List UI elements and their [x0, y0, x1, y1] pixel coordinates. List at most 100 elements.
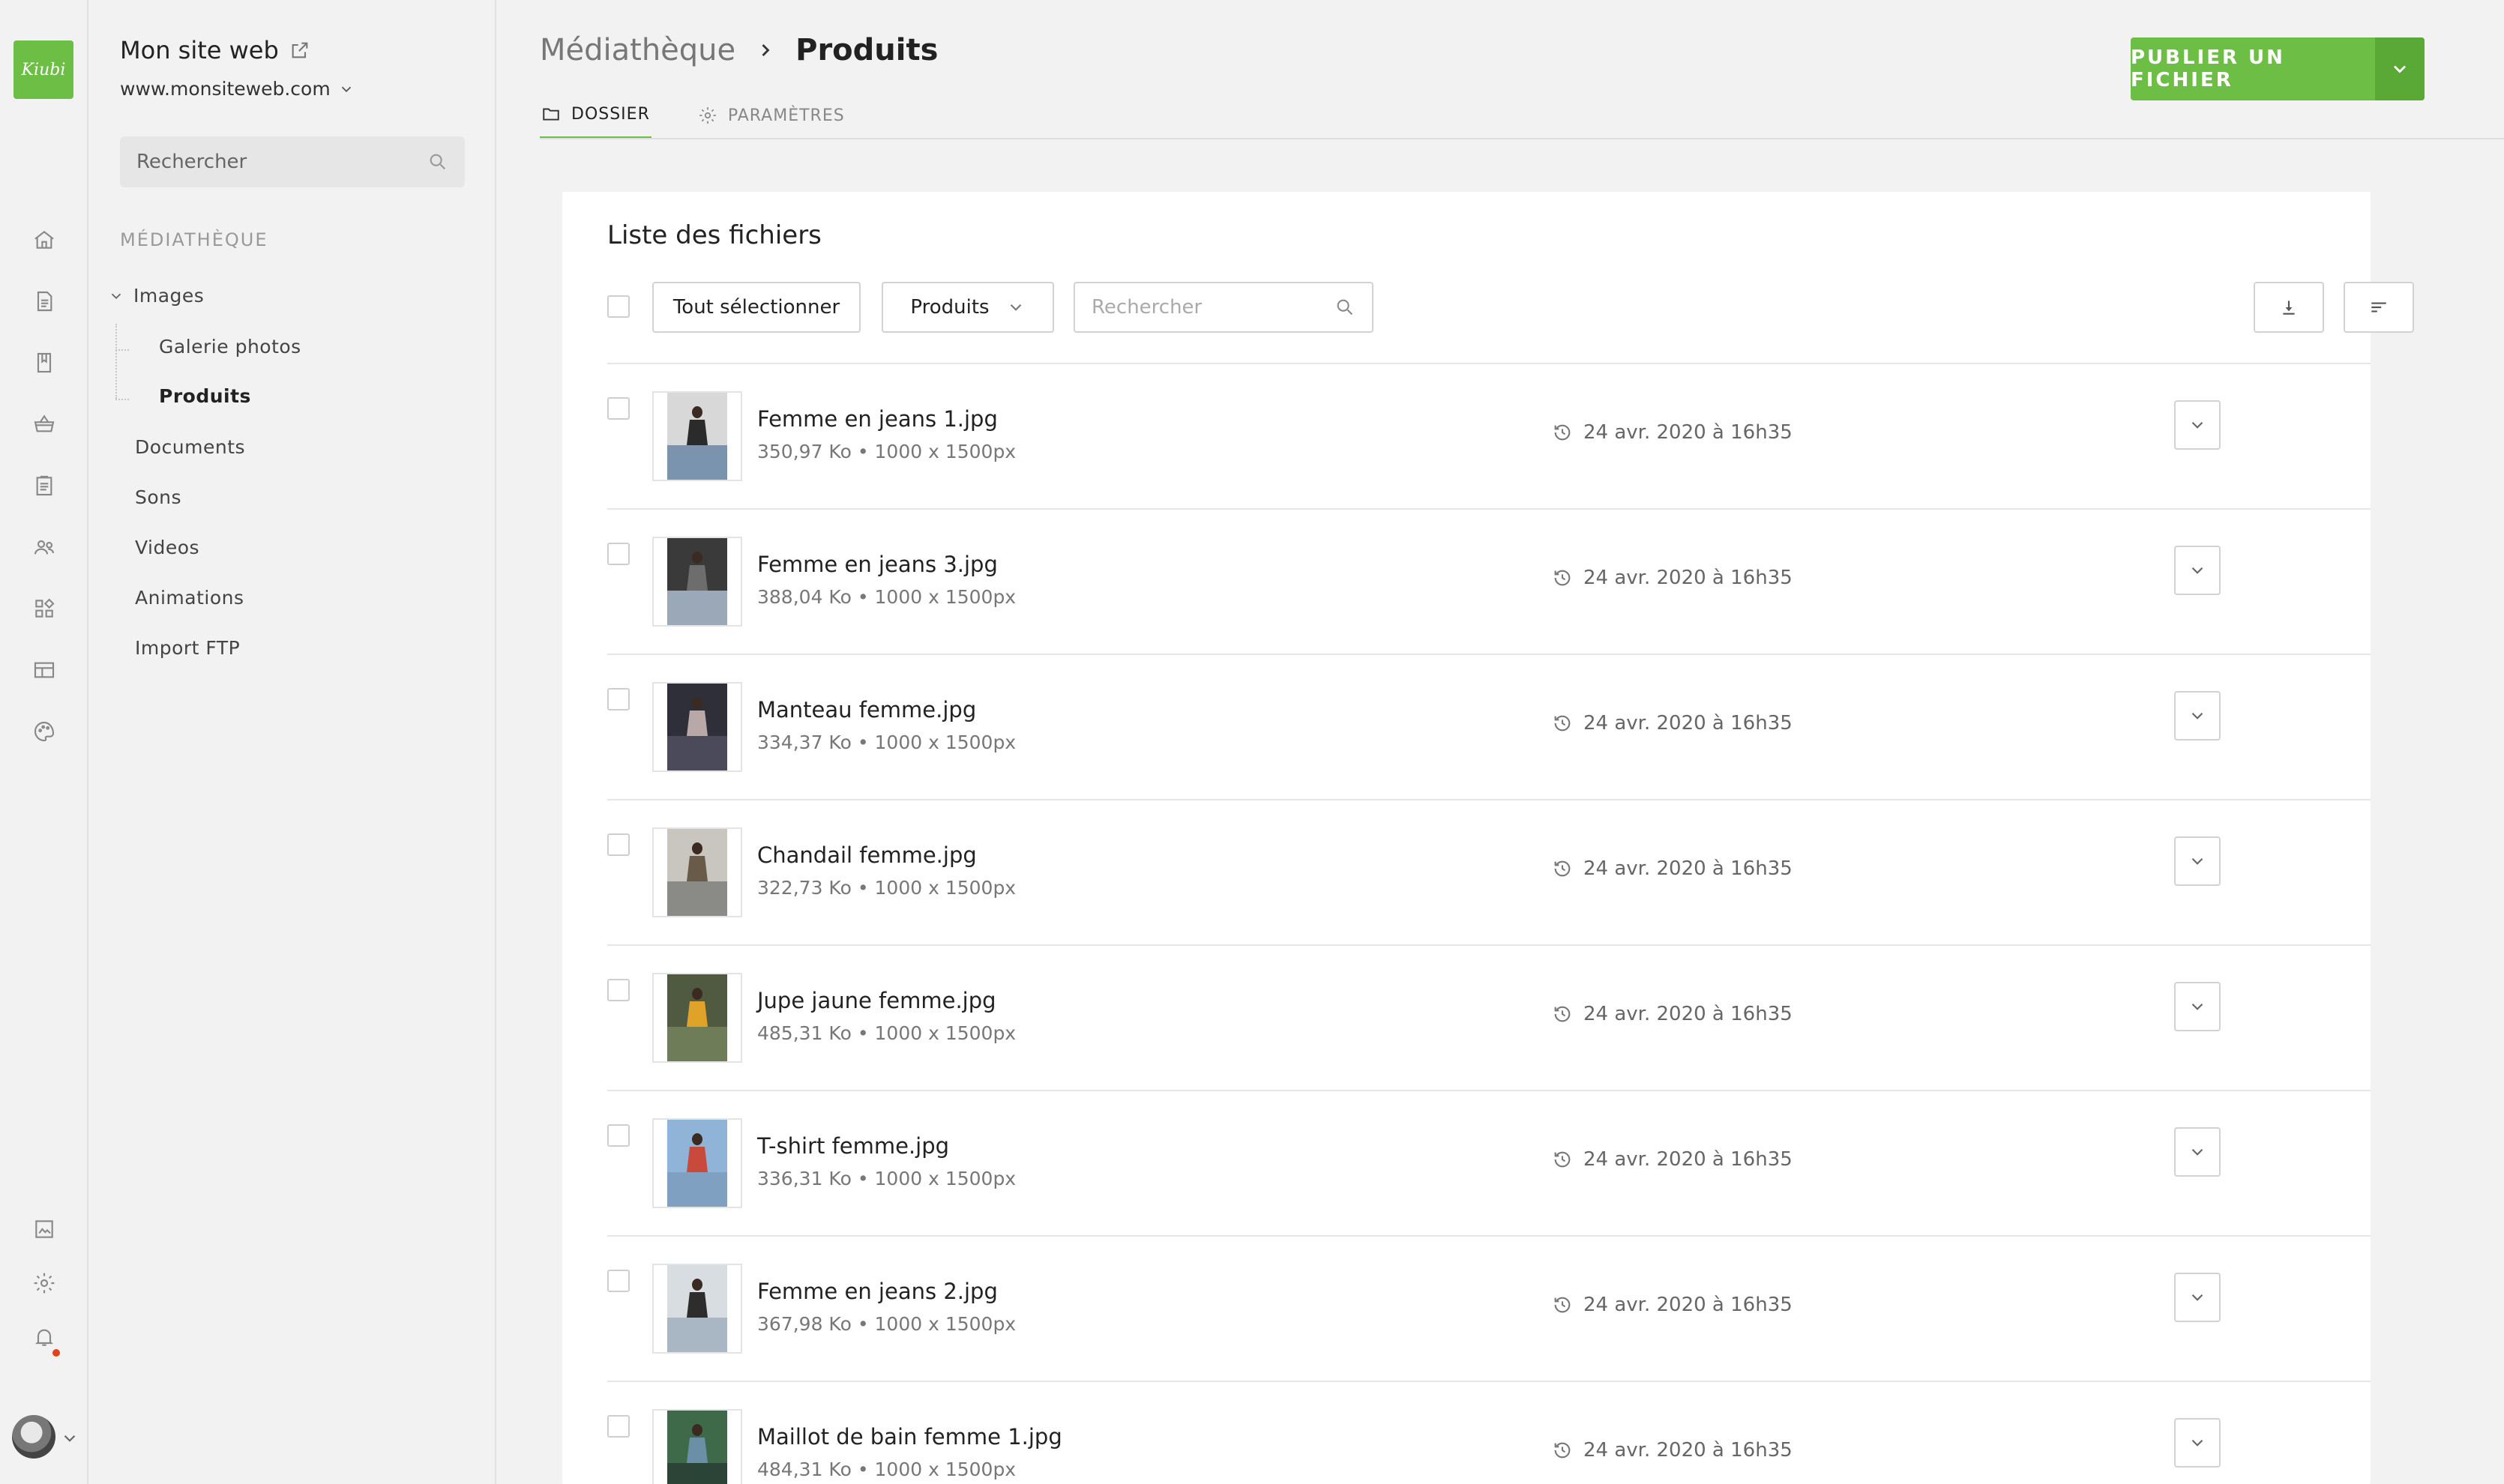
home-icon[interactable]: [29, 225, 59, 255]
file-date: 24 avr. 2020 à 16h35: [1552, 1148, 1793, 1171]
row-actions-button[interactable]: [2174, 691, 2221, 741]
file-meta: 367,98 Ko • 1000 x 1500px: [757, 1313, 1017, 1335]
file-meta: 484,31 Ko • 1000 x 1500px: [757, 1459, 1017, 1480]
row-actions-button[interactable]: [2174, 1418, 2221, 1468]
tree-item-label: Animations: [135, 587, 244, 609]
tree-connector: [115, 399, 129, 400]
row-checkbox[interactable]: [607, 1415, 630, 1438]
row-checkbox[interactable]: [607, 397, 630, 420]
row-checkbox[interactable]: [607, 688, 630, 711]
basket-icon[interactable]: [29, 409, 59, 439]
file-date: 24 avr. 2020 à 16h35: [1552, 567, 1793, 589]
row-actions-button[interactable]: [2174, 1273, 2221, 1322]
table-row[interactable]: Jupe jaune femme.jpg 485,31 Ko • 1000 x …: [607, 944, 2371, 1090]
file-name[interactable]: Femme en jeans 3.jpg: [757, 552, 998, 577]
table-row[interactable]: Chandail femme.jpg 322,73 Ko • 1000 x 15…: [607, 799, 2371, 944]
row-checkbox[interactable]: [607, 543, 630, 565]
file-name[interactable]: Chandail femme.jpg: [757, 842, 977, 868]
tree-item-galerie-photos[interactable]: Galerie photos: [159, 336, 301, 358]
file-date-text: 24 avr. 2020 à 16h35: [1583, 567, 1793, 589]
search-icon[interactable]: [427, 151, 448, 172]
history-icon: [1554, 1442, 1571, 1459]
table-row[interactable]: Manteau femme.jpg 334,37 Ko • 1000 x 150…: [607, 654, 2371, 799]
palette-icon[interactable]: [29, 717, 59, 746]
book-icon[interactable]: [29, 348, 59, 378]
media-icon[interactable]: [29, 1214, 59, 1244]
gear-icon: [699, 107, 716, 124]
file-thumbnail[interactable]: [652, 973, 742, 1063]
site-title[interactable]: Mon site web: [120, 36, 310, 64]
file-name[interactable]: Jupe jaune femme.jpg: [757, 988, 996, 1013]
file-thumbnail[interactable]: [652, 827, 742, 917]
tree-item-animations[interactable]: Animations: [135, 587, 244, 609]
row-checkbox[interactable]: [607, 979, 630, 1001]
tree-item-label: Import FTP: [135, 637, 241, 659]
download-button[interactable]: [2254, 282, 2324, 333]
row-actions-button[interactable]: [2174, 400, 2221, 450]
bell-icon[interactable]: [29, 1322, 59, 1352]
kiubi-logo[interactable]: Kiubi: [13, 40, 73, 99]
tree-item-documents[interactable]: Documents: [135, 436, 245, 458]
file-thumbnail[interactable]: [652, 1118, 742, 1208]
table-row[interactable]: Femme en jeans 2.jpg 367,98 Ko • 1000 x …: [607, 1235, 2371, 1381]
row-checkbox[interactable]: [607, 1124, 630, 1147]
folder-filter-select[interactable]: Produits: [882, 282, 1054, 333]
row-actions-button[interactable]: [2174, 836, 2221, 886]
chevron-down-icon[interactable]: [108, 288, 124, 304]
file-thumbnail[interactable]: [652, 1409, 742, 1484]
search-icon[interactable]: [1334, 297, 1355, 318]
row-checkbox[interactable]: [607, 1270, 630, 1292]
file-date-text: 24 avr. 2020 à 16h35: [1583, 1003, 1793, 1025]
file-thumbnail[interactable]: [652, 1264, 742, 1354]
tree-item-import-ftp[interactable]: Import FTP: [135, 637, 240, 659]
file-thumbnail[interactable]: [652, 682, 742, 772]
tab-dossier[interactable]: DOSSIER: [540, 91, 651, 139]
table-row[interactable]: Femme en jeans 3.jpg 388,04 Ko • 1000 x …: [607, 508, 2371, 654]
widgets-icon[interactable]: [29, 594, 59, 624]
file-search-input[interactable]: [1092, 296, 1316, 319]
table-row[interactable]: Femme en jeans 1.jpg 350,97 Ko • 1000 x …: [607, 363, 2371, 508]
sidebar-section-label: MÉDIATHÈQUE: [120, 229, 268, 250]
layout-icon[interactable]: [29, 655, 59, 685]
table-row[interactable]: Maillot de bain femme 1.jpg 484,31 Ko • …: [607, 1381, 2371, 1484]
page-title: Produits: [795, 33, 939, 67]
select-all-checkbox[interactable]: [607, 295, 630, 318]
logo-text: Kiubi: [21, 60, 66, 79]
select-all-button[interactable]: Tout sélectionner: [652, 282, 861, 333]
row-actions-button[interactable]: [2174, 546, 2221, 595]
file-date-text: 24 avr. 2020 à 16h35: [1583, 712, 1793, 735]
chevron-down-icon: [2394, 65, 2406, 73]
publish-dropdown-toggle[interactable]: [2375, 37, 2425, 100]
publish-file-button[interactable]: PUBLIER UN FICHIER: [2131, 37, 2375, 100]
site-url-selector[interactable]: www.monsiteweb.com: [120, 78, 355, 100]
clipboard-icon[interactable]: [29, 471, 59, 501]
file-name[interactable]: Femme en jeans 1.jpg: [757, 406, 998, 432]
tree-item-videos[interactable]: Videos: [135, 537, 199, 558]
tree-item-produits[interactable]: Produits: [159, 385, 251, 407]
file-thumbnail[interactable]: [652, 537, 742, 627]
file-name[interactable]: Femme en jeans 2.jpg: [757, 1279, 998, 1304]
breadcrumb-parent[interactable]: Médiathèque: [540, 33, 735, 67]
tab-parametres[interactable]: PARAMÈTRES: [696, 91, 846, 139]
chevron-down-icon[interactable]: [60, 1429, 79, 1448]
sidebar-search-input[interactable]: Rechercher: [120, 136, 465, 187]
table-row[interactable]: T-shirt femme.jpg 336,31 Ko • 1000 x 150…: [607, 1090, 2371, 1235]
sort-button[interactable]: [2344, 282, 2414, 333]
external-link-icon[interactable]: [289, 40, 310, 61]
gear-icon[interactable]: [29, 1268, 59, 1298]
sidebar-search-placeholder: Rechercher: [136, 151, 247, 173]
file-thumbnail[interactable]: [652, 391, 742, 481]
file-name[interactable]: Maillot de bain femme 1.jpg: [757, 1424, 1062, 1450]
avatar[interactable]: [12, 1415, 55, 1459]
file-search-field[interactable]: [1074, 282, 1373, 333]
tree-item-images[interactable]: Images: [108, 285, 204, 307]
users-icon[interactable]: [29, 532, 59, 562]
thumbnail-image: [667, 1265, 727, 1352]
row-actions-button[interactable]: [2174, 1127, 2221, 1177]
file-name[interactable]: T-shirt femme.jpg: [757, 1133, 949, 1159]
row-actions-button[interactable]: [2174, 982, 2221, 1031]
file-name[interactable]: Manteau femme.jpg: [757, 697, 976, 723]
row-checkbox[interactable]: [607, 833, 630, 856]
page-icon[interactable]: [29, 286, 59, 316]
tree-item-sons[interactable]: Sons: [135, 486, 181, 508]
